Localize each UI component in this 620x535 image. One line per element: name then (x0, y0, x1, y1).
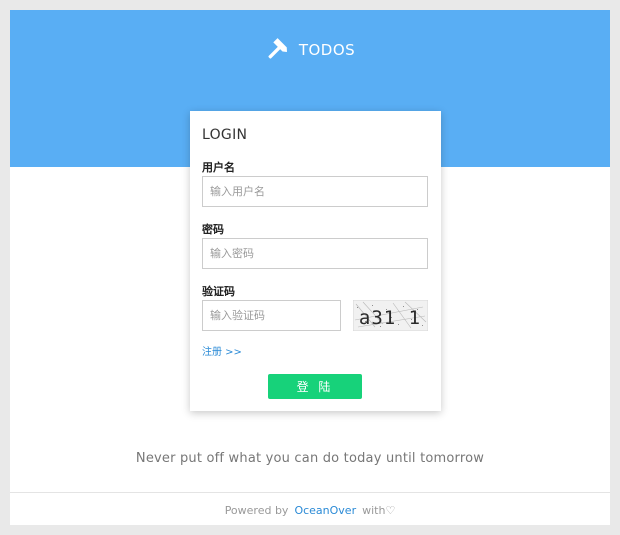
motto: Never put off what you can do today unti… (135, 451, 485, 466)
footer-with: with♡ (362, 504, 396, 517)
register-link[interactable]: 注册 >> (202, 343, 242, 358)
captcha-label: 验证码 (202, 285, 235, 298)
hammer-icon (265, 38, 289, 62)
login-title: LOGIN (202, 127, 248, 143)
footer-link[interactable]: OceanOver (294, 504, 356, 517)
captcha-input[interactable] (202, 300, 341, 331)
login-card: LOGIN 用户名 密码 验证码 (190, 111, 441, 411)
footer: Powered by OceanOver with♡ (10, 492, 610, 525)
footer-powered-by: Powered by (224, 504, 289, 517)
brand: TODOS (10, 38, 610, 62)
password-input[interactable] (202, 238, 428, 269)
captcha-text: a31 1 (359, 307, 421, 329)
username-label: 用户名 (202, 161, 235, 174)
login-button[interactable]: 登 陆 (268, 374, 362, 399)
login-page: TODOS LOGIN 用户名 密码 验证码 (10, 10, 610, 525)
brand-name: TODOS (298, 41, 356, 59)
captcha-image[interactable]: a31 1 (352, 299, 429, 332)
password-label: 密码 (202, 223, 224, 236)
username-input[interactable] (202, 176, 428, 207)
